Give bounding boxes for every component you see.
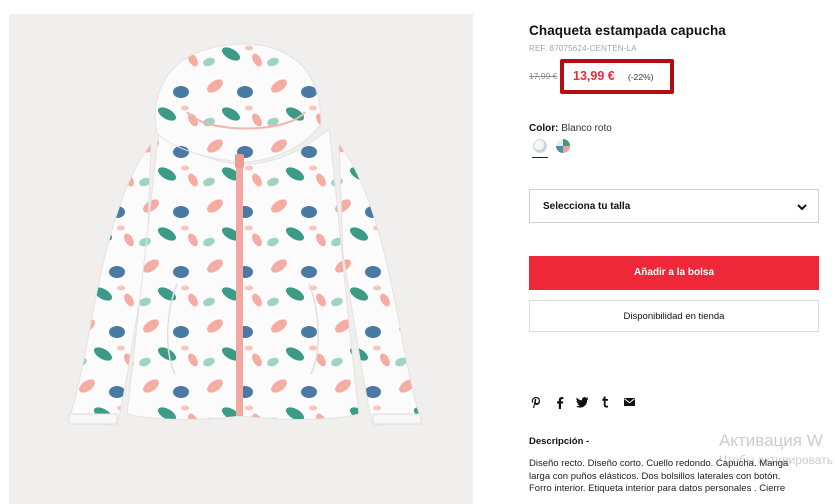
store-availability-button[interactable]: Disponibilidad en tienda bbox=[529, 300, 819, 332]
add-to-bag-button[interactable]: Añadir a la bolsa bbox=[529, 256, 819, 290]
description-text: Diseño recto. Diseño corto. Cuello redon… bbox=[529, 458, 789, 494]
product-title: Chaqueta estampada capucha bbox=[529, 23, 726, 38]
facebook-icon[interactable] bbox=[553, 394, 567, 410]
selected-swatch-indicator bbox=[532, 157, 548, 158]
product-image[interactable] bbox=[9, 14, 473, 504]
color-info: Color: Blanco roto bbox=[529, 123, 612, 134]
pinterest-icon[interactable] bbox=[529, 394, 543, 410]
product-info-panel: Chaqueta estampada capucha REF. 87075624… bbox=[529, 0, 829, 504]
price-highlight-box: 13,99 € (-22%) bbox=[560, 59, 674, 94]
discount-badge: (-22%) bbox=[628, 72, 654, 82]
tumblr-icon[interactable] bbox=[598, 394, 612, 410]
chevron-down-icon bbox=[796, 200, 808, 218]
twitter-icon[interactable] bbox=[575, 394, 589, 410]
size-selector[interactable]: Selecciona tu talla bbox=[529, 189, 819, 223]
color-swatch-print[interactable] bbox=[556, 139, 570, 153]
description-heading[interactable]: Descripción - bbox=[529, 436, 589, 447]
email-icon[interactable] bbox=[622, 394, 636, 410]
color-value: Blanco roto bbox=[561, 123, 612, 134]
size-selector-label: Selecciona tu talla bbox=[543, 201, 631, 212]
original-price: 17,99 € bbox=[529, 71, 558, 81]
sale-price: 13,99 € bbox=[573, 69, 615, 83]
color-label: Color: bbox=[529, 123, 559, 134]
color-swatch-white[interactable] bbox=[533, 139, 547, 153]
product-reference: REF. 87075624-CENTEN-LA bbox=[529, 44, 637, 53]
